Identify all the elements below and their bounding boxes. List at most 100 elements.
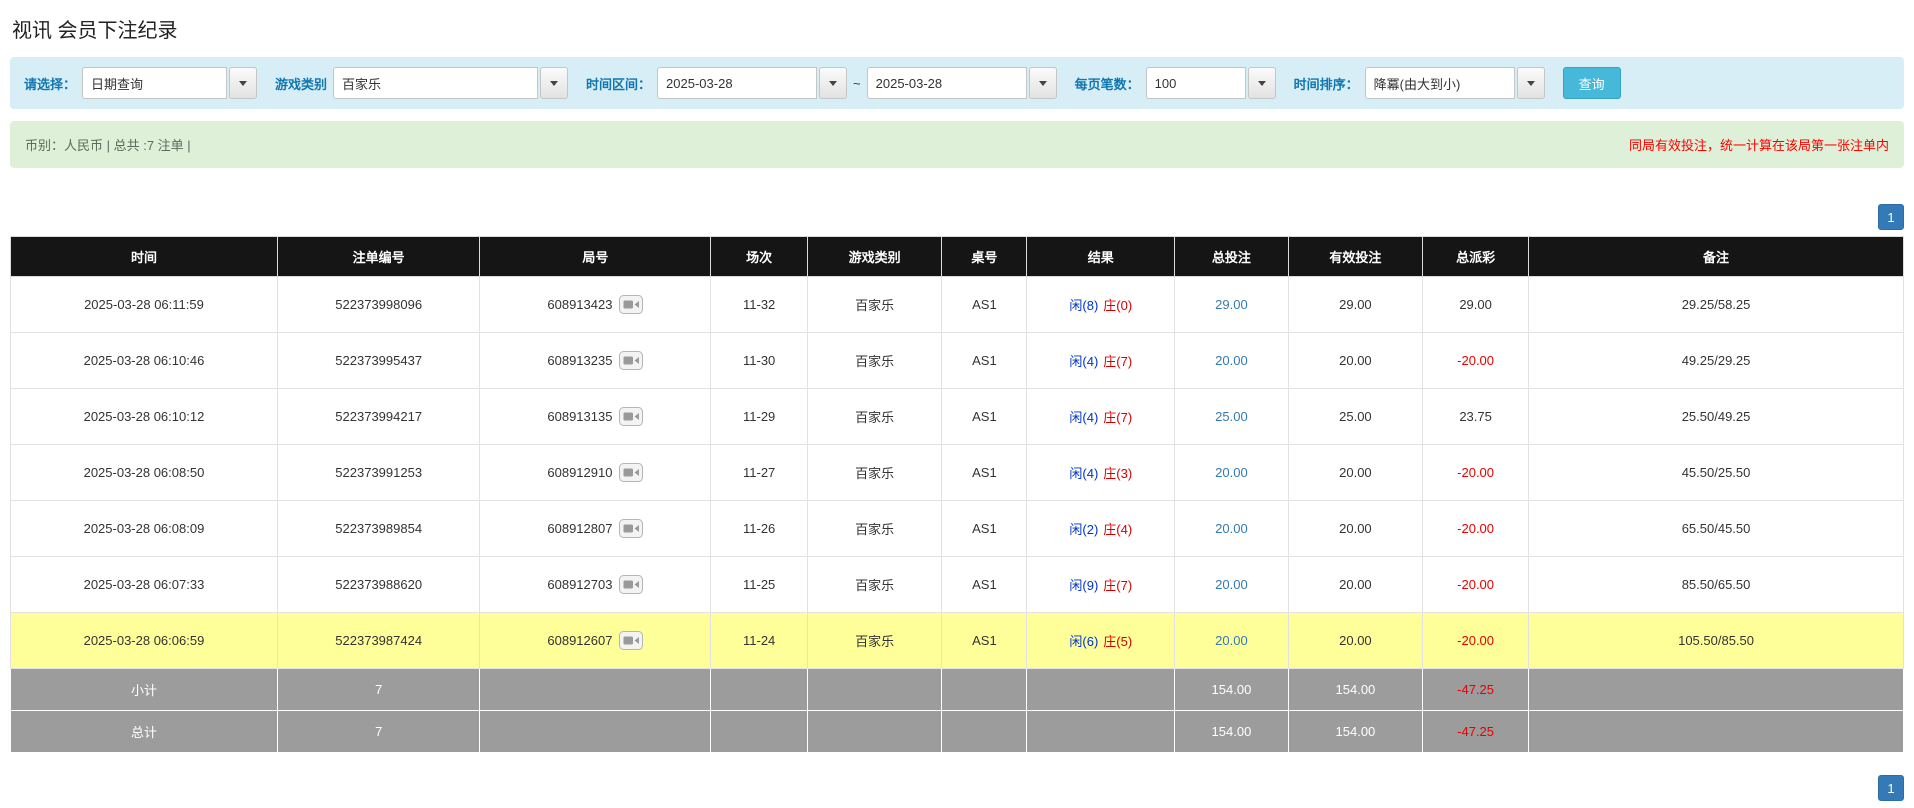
cell-time: 2025-03-28 06:11:59: [10, 276, 278, 333]
cell-round: 608912910: [479, 444, 712, 501]
cell-time: 2025-03-28 06:08:50: [10, 444, 278, 501]
total-row: 总计 7 154.00 154.00 -47.25: [10, 710, 1904, 753]
per-page-input[interactable]: [1145, 67, 1246, 99]
select-type-input[interactable]: [82, 67, 228, 99]
game-type-dropdown-button[interactable]: [540, 67, 569, 99]
subtotal-total-bet: 154.00: [1174, 668, 1289, 711]
cell-note: 45.50/25.50: [1528, 444, 1904, 501]
cell-time: 2025-03-28 06:10:46: [10, 332, 278, 389]
subtotal-valid-bet: 154.00: [1287, 668, 1424, 711]
total-bet-link[interactable]: 20.00: [1215, 577, 1248, 592]
currency-total-text: 币别：人民币 | 总共 :7 注单 |: [25, 138, 191, 153]
chevron-down-icon: [239, 80, 248, 86]
filter-bar: 请选择： 游戏类别 时间区间： ~ 每页笔数： 时间排序： 查询: [10, 57, 1904, 109]
total-bet-link[interactable]: 20.00: [1215, 353, 1248, 368]
table-row: 2025-03-28 06:06:59 522373987424 6089126…: [10, 612, 1904, 669]
cell-result: 闲(2) 庄(4): [1026, 500, 1176, 557]
date-to-dropdown-button[interactable]: [1028, 67, 1057, 99]
col-header-total-bet: 总投注: [1174, 236, 1289, 277]
col-header-session: 场次: [710, 236, 808, 277]
video-replay-icon[interactable]: [619, 575, 644, 594]
empty-cell: [1528, 710, 1904, 753]
table-row: 2025-03-28 06:10:12 522373994217 6089131…: [10, 388, 1904, 445]
game-type-input[interactable]: [333, 67, 539, 99]
cell-time: 2025-03-28 06:07:33: [10, 556, 278, 613]
total-bet-link[interactable]: 20.00: [1215, 465, 1248, 480]
chevron-down-icon: [1526, 80, 1535, 86]
cell-game-type: 百家乐: [806, 500, 943, 557]
cell-note: 85.50/65.50: [1528, 556, 1904, 613]
subtotal-row: 小计 7 154.00 154.00 -47.25: [10, 668, 1904, 711]
table-row: 2025-03-28 06:08:50 522373991253 6089129…: [10, 444, 1904, 501]
date-from-combobox: [657, 67, 848, 99]
round-number: 608912607: [547, 633, 613, 648]
col-header-time: 时间: [10, 236, 278, 277]
col-header-table-no: 桌号: [941, 236, 1028, 277]
round-number: 608913423: [547, 297, 613, 312]
cell-valid-bet: 20.00: [1287, 332, 1424, 389]
date-from-input[interactable]: [657, 67, 818, 99]
table-row: 2025-03-28 06:08:09 522373989854 6089128…: [10, 500, 1904, 557]
cell-result: 闲(4) 庄(3): [1026, 444, 1176, 501]
total-count: 7: [276, 710, 481, 753]
total-label: 总计: [10, 710, 278, 753]
chevron-down-icon: [1038, 80, 1047, 86]
cell-round: 608913235: [479, 332, 712, 389]
search-button[interactable]: 查询: [1562, 67, 1621, 99]
cell-total-bet: 25.00: [1174, 388, 1289, 445]
empty-cell: [941, 668, 1028, 711]
video-replay-icon[interactable]: [619, 463, 644, 482]
total-bet-link[interactable]: 25.00: [1215, 409, 1248, 424]
cell-game-type: 百家乐: [806, 556, 943, 613]
cell-round: 608913135: [479, 388, 712, 445]
time-sort-combobox: [1364, 67, 1545, 99]
round-number: 608912910: [547, 465, 613, 480]
time-sort-input[interactable]: [1364, 67, 1515, 99]
result-banker: 庄(4): [1103, 522, 1133, 537]
chevron-down-icon: [1257, 80, 1266, 86]
cell-bet-id: 522373987424: [276, 612, 481, 669]
empty-cell: [479, 710, 712, 753]
empty-cell: [710, 710, 808, 753]
total-bet-link[interactable]: 20.00: [1215, 521, 1248, 536]
cell-table-no: AS1: [941, 500, 1028, 557]
video-replay-icon[interactable]: [619, 519, 644, 538]
video-replay-icon[interactable]: [619, 631, 644, 650]
cell-session: 11-25: [710, 556, 808, 613]
cell-table-no: AS1: [941, 388, 1028, 445]
round-number: 608913135: [547, 409, 613, 424]
date-to-combobox: [866, 67, 1057, 99]
summary-bar: 币别：人民币 | 总共 :7 注单 | 同局有效投注，统一计算在该局第一张注单内: [10, 121, 1904, 168]
cell-session: 11-32: [710, 276, 808, 333]
game-type-label: 游戏类别: [275, 76, 328, 92]
col-header-bet-id: 注单编号: [276, 236, 481, 277]
video-replay-icon[interactable]: [619, 351, 644, 370]
cell-note: 29.25/58.25: [1528, 276, 1904, 333]
cell-session: 11-27: [710, 444, 808, 501]
total-bet-link[interactable]: 29.00: [1215, 297, 1248, 312]
total-bet-link[interactable]: 20.00: [1215, 633, 1248, 648]
empty-cell: [806, 668, 943, 711]
page-1-button[interactable]: 1: [1878, 775, 1904, 801]
empty-cell: [710, 668, 808, 711]
result-banker: 庄(7): [1103, 410, 1133, 425]
result-banker: 庄(7): [1103, 354, 1133, 369]
video-replay-icon[interactable]: [619, 407, 644, 426]
col-header-valid-bet: 有效投注: [1287, 236, 1424, 277]
cell-valid-bet: 20.00: [1287, 444, 1424, 501]
cell-game-type: 百家乐: [806, 388, 943, 445]
select-type-dropdown-button[interactable]: [229, 67, 258, 99]
result-player: 闲(6): [1069, 634, 1099, 649]
date-from-dropdown-button[interactable]: [819, 67, 848, 99]
per-page-dropdown-button[interactable]: [1247, 67, 1276, 99]
date-to-input[interactable]: [866, 67, 1027, 99]
cell-table-no: AS1: [941, 556, 1028, 613]
cell-note: 105.50/85.50: [1528, 612, 1904, 669]
page-1-button[interactable]: 1: [1878, 204, 1904, 230]
time-sort-dropdown-button[interactable]: [1516, 67, 1545, 99]
cell-table-no: AS1: [941, 612, 1028, 669]
cell-total-bet: 20.00: [1174, 556, 1289, 613]
cell-time: 2025-03-28 06:10:12: [10, 388, 278, 445]
video-replay-icon[interactable]: [619, 295, 644, 314]
result-player: 闲(4): [1069, 410, 1099, 425]
